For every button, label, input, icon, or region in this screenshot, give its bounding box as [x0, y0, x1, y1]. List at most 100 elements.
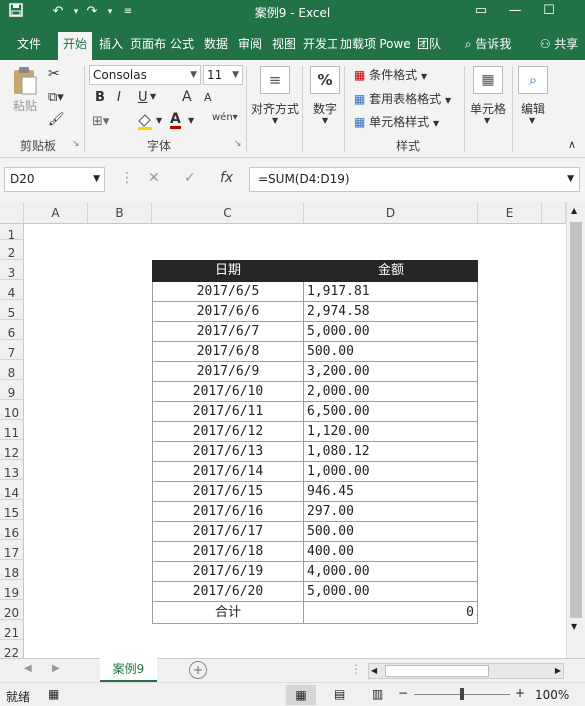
- row-header[interactable]: 13: [0, 460, 24, 480]
- font-size-select[interactable]: 11 ▼: [203, 65, 243, 85]
- name-box[interactable]: D20 ▼: [4, 167, 105, 192]
- zoom-out-icon[interactable]: −: [398, 686, 408, 700]
- tab-home[interactable]: 开始: [58, 32, 92, 60]
- tell-me-search[interactable]: ⌕ 告诉我: [456, 32, 520, 60]
- date-cell[interactable]: 2017/6/14: [152, 462, 304, 482]
- row-header[interactable]: 1: [0, 224, 24, 242]
- scroll-right-icon[interactable]: ▶: [555, 664, 561, 678]
- minimize-icon[interactable]: —: [498, 0, 532, 24]
- editing-button[interactable]: 编辑: [516, 100, 550, 117]
- total-value-cell[interactable]: 0: [304, 602, 478, 624]
- zoom-in-icon[interactable]: +: [515, 686, 525, 700]
- row-header[interactable]: 4: [0, 280, 24, 300]
- chevron-down-icon[interactable]: ▼: [529, 116, 535, 125]
- worksheet-grid[interactable]: A B C D E 1 2 3 4 5 6 7 8 9 10 11 12 13 14 15 16 17 18 19 2…: [0, 202, 566, 658]
- date-cell[interactable]: 2017/6/16: [152, 502, 304, 522]
- row-header[interactable]: 18: [0, 560, 24, 580]
- column-header[interactable]: B: [88, 202, 152, 224]
- date-cell[interactable]: 2017/6/11: [152, 402, 304, 422]
- tab-insert[interactable]: 插入: [94, 32, 128, 60]
- font-launcher-icon[interactable]: ↘: [234, 139, 242, 149]
- total-label-cell[interactable]: 合计: [152, 602, 304, 624]
- tab-data[interactable]: 数据: [200, 32, 232, 60]
- vertical-scrollbar[interactable]: ▲ ▼: [566, 202, 585, 658]
- table-header-amount[interactable]: 金额: [304, 260, 478, 282]
- add-sheet-icon[interactable]: +: [189, 661, 207, 679]
- scroll-thumb[interactable]: [570, 222, 582, 618]
- select-all-corner[interactable]: [0, 202, 24, 224]
- row-header[interactable]: 22: [0, 640, 24, 658]
- insert-function-icon[interactable]: fx: [220, 170, 233, 186]
- normal-view-icon[interactable]: ▦: [286, 685, 316, 705]
- cancel-icon[interactable]: ✕: [148, 170, 160, 186]
- column-header[interactable]: D: [304, 202, 478, 224]
- copy-icon[interactable]: ⧉▾: [48, 90, 64, 105]
- amount-cell[interactable]: 5,000.00: [304, 582, 478, 602]
- tab-developer[interactable]: 开发工: [303, 32, 337, 60]
- next-sheet-icon[interactable]: ▶: [52, 663, 60, 674]
- row-header[interactable]: 10: [0, 400, 24, 420]
- date-cell[interactable]: 2017/6/17: [152, 522, 304, 542]
- row-header[interactable]: 7: [0, 340, 24, 360]
- page-break-view-icon[interactable]: ▥: [372, 687, 383, 701]
- row-header[interactable]: 20: [0, 600, 24, 620]
- chevron-down-icon[interactable]: ▼: [156, 116, 162, 125]
- tab-view[interactable]: 视图: [268, 32, 300, 60]
- more-icon[interactable]: ⋮: [350, 662, 362, 676]
- cut-icon[interactable]: ✂: [48, 66, 60, 82]
- date-cell[interactable]: 2017/6/7: [152, 322, 304, 342]
- fill-color-icon[interactable]: [136, 112, 154, 133]
- amount-cell[interactable]: 500.00: [304, 342, 478, 362]
- amount-cell[interactable]: 5,000.00: [304, 322, 478, 342]
- underline-button[interactable]: U: [138, 90, 148, 105]
- tab-addins[interactable]: 加载项: [340, 32, 376, 60]
- font-name-select[interactable]: Consolas ▼: [89, 65, 201, 85]
- italic-button[interactable]: I: [117, 90, 121, 105]
- row-header[interactable]: 2: [0, 240, 24, 260]
- date-cell[interactable]: 2017/6/5: [152, 282, 304, 302]
- grow-font-button[interactable]: A: [182, 89, 192, 105]
- formula-input[interactable]: =SUM(D4:D19) ▼: [249, 167, 580, 192]
- row-header[interactable]: 14: [0, 480, 24, 500]
- cells-button[interactable]: 单元格: [466, 100, 510, 117]
- horizontal-scrollbar[interactable]: ◀ ▶: [368, 663, 564, 679]
- amount-cell[interactable]: 3,200.00: [304, 362, 478, 382]
- tab-review[interactable]: 审阅: [234, 32, 266, 60]
- row-header[interactable]: 16: [0, 520, 24, 540]
- shrink-font-button[interactable]: A: [204, 91, 212, 104]
- row-header[interactable]: 6: [0, 320, 24, 340]
- date-cell[interactable]: 2017/6/13: [152, 442, 304, 462]
- amount-cell[interactable]: 6,500.00: [304, 402, 478, 422]
- chevron-down-icon[interactable]: ▼: [484, 116, 490, 125]
- format-painter-icon[interactable]: 🖌: [48, 112, 65, 127]
- format-as-table-button[interactable]: ▦ 套用表格格式 ▼: [354, 90, 451, 107]
- amount-cell[interactable]: 1,120.00: [304, 422, 478, 442]
- amount-cell[interactable]: 1,917.81: [304, 282, 478, 302]
- amount-cell[interactable]: 2,974.58: [304, 302, 478, 322]
- amount-cell[interactable]: 500.00: [304, 522, 478, 542]
- conditional-format-button[interactable]: ▦ 条件格式 ▼: [354, 66, 427, 83]
- border-icon[interactable]: ⊞▾: [92, 114, 109, 129]
- date-cell[interactable]: 2017/6/6: [152, 302, 304, 322]
- amount-cell[interactable]: 297.00: [304, 502, 478, 522]
- sheet-tab-active[interactable]: 案例9: [100, 658, 157, 682]
- bold-button[interactable]: B: [95, 90, 105, 105]
- paste-button[interactable]: 粘贴: [8, 66, 42, 118]
- clipboard-launcher-icon[interactable]: ↘: [72, 139, 80, 149]
- column-header[interactable]: E: [478, 202, 542, 224]
- underline-dropdown-icon[interactable]: ▼: [150, 92, 156, 101]
- enter-icon[interactable]: ✓: [184, 170, 196, 186]
- chevron-down-icon[interactable]: ▼: [322, 116, 328, 125]
- amount-cell[interactable]: 2,000.00: [304, 382, 478, 402]
- collapse-ribbon-icon[interactable]: ∧: [568, 138, 576, 151]
- column-header[interactable]: C: [152, 202, 304, 224]
- date-cell[interactable]: 2017/6/19: [152, 562, 304, 582]
- row-header[interactable]: 9: [0, 380, 24, 400]
- date-cell[interactable]: 2017/6/10: [152, 382, 304, 402]
- row-header[interactable]: 5: [0, 300, 24, 320]
- row-header[interactable]: 21: [0, 620, 24, 640]
- row-header[interactable]: 19: [0, 580, 24, 600]
- tab-page-layout[interactable]: 页面布: [130, 32, 166, 60]
- scroll-left-icon[interactable]: ◀: [371, 664, 377, 678]
- row-header[interactable]: 12: [0, 440, 24, 460]
